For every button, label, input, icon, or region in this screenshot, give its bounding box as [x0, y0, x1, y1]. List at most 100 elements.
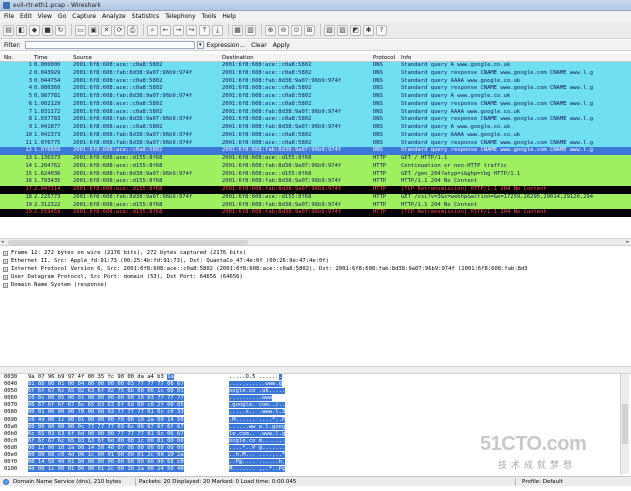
ascii-bytes[interactable]: ....*..P @....... — [228, 444, 286, 452]
detail-tree-item[interactable]: + Internet Protocol Version 6, Src: 2001:… — [0, 265, 631, 273]
pane-splitter[interactable] — [0, 367, 631, 374]
packet-row[interactable]: 11 1.076775 2001:6f8:608:fab:8d38:9a07:96b… — [0, 139, 631, 148]
column-destination[interactable]: Destination — [222, 54, 254, 62]
scroll-left-icon[interactable]: ◂ — [1, 239, 4, 245]
packet-row[interactable]: 12 1.076669 2001:6f8:608:ace::c0a8:5802 200… — [0, 147, 631, 155]
ascii-bytes[interactable]: le.com.. .www.l.g — [228, 430, 286, 438]
packet-row[interactable]: 2 0.043929 2001:6f8:608:fab:8d38:9a07:96b9… — [0, 69, 631, 78]
menu-analyze[interactable]: Analyze — [102, 13, 126, 20]
restart-capture-icon[interactable]: ↻ — [55, 24, 66, 36]
status-profile[interactable]: Profile: Default — [522, 478, 563, 486]
scroll-right-icon[interactable]: ▸ — [626, 239, 629, 245]
menu-file[interactable]: File — [4, 13, 14, 20]
capture-options-icon[interactable]: ◧ — [16, 24, 27, 36]
ascii-bytes[interactable]: ..h.M... ....,..* — [228, 452, 286, 459]
packet-list[interactable]: 1 0.000000 2001:6f8:608:ace::c0a8:5802 2001… — [0, 62, 631, 218]
zoom-out-icon[interactable]: ⊖ — [278, 24, 289, 36]
hex-bytes[interactable]: 6f 6f 67 6c 65 02 63 6f 02 75 6b 00 00 1… — [27, 388, 185, 395]
detail-tree-item[interactable]: + Frame 12: 272 bytes on wire (2176 bits)… — [0, 249, 631, 257]
print-icon[interactable]: ⎙ — [127, 24, 138, 36]
hex-bytes[interactable]: 00 12 00 10 2a 00 14 50 40 07 08 00 00 0… — [27, 444, 185, 452]
packet-row[interactable]: 9 1.041877 2001:6f8:608:ace::c0a8:5802 2001… — [0, 124, 631, 132]
expand-icon[interactable]: + — [3, 266, 8, 272]
column-info[interactable]: Info — [401, 54, 411, 62]
scrollbar-thumb[interactable] — [622, 404, 628, 444]
auto-scroll-icon[interactable]: ▥ — [245, 24, 256, 36]
expression-button[interactable]: Expression... — [207, 42, 245, 49]
hex-bytes[interactable]: 4d 00 1c 00 01 00 00 01 2c 00 10 2a 00 1… — [27, 466, 185, 473]
packet-row[interactable]: 7 1.031172 2001:6f8:608:ace::c0a8:5802 2001… — [0, 108, 631, 117]
ascii-bytes[interactable]: ......ww w.l.goog — [228, 423, 286, 431]
hex-bytes[interactable]: 81 80 00 01 00 04 00 00 00 00 03 77 77 7… — [27, 381, 185, 388]
find-packet-icon[interactable]: ⌕ — [147, 24, 158, 36]
zoom-in-icon[interactable]: ⊕ — [265, 24, 276, 36]
go-last-icon[interactable]: ⤓ — [212, 24, 223, 36]
menu-tools[interactable]: Tools — [202, 13, 217, 20]
ascii-bytes[interactable]: .....O.5 ....... — [228, 374, 283, 381]
expand-icon[interactable]: + — [3, 282, 8, 288]
hex-bytes[interactable]: 00 00 68 c0 4d 00 1c 00 01 00 00 01 2c 0… — [27, 452, 185, 459]
expand-icon[interactable]: + — [3, 258, 8, 264]
menu-edit[interactable]: Edit — [20, 13, 32, 20]
packet-row[interactable]: 1 0.000000 2001:6f8:608:ace::c0a8:5802 2001… — [0, 62, 631, 70]
packet-row[interactable]: 6 1.002129 2001:6f8:608:ace::c0a8:5802 2001… — [0, 100, 631, 109]
help-icon[interactable]: ? — [376, 24, 387, 36]
display-filters-icon[interactable]: ▨ — [337, 24, 348, 36]
column-protocol[interactable]: Protocol — [373, 54, 395, 62]
hex-bytes[interactable]: 06 67 6f 6f 67 6c 65 03 63 6f 6d 00 c0 2… — [27, 402, 185, 409]
hex-bytes[interactable]: c0 0c 00 05 00 01 00 00 00 00 00 10 03 7… — [27, 395, 185, 402]
menu-capture[interactable]: Capture — [72, 13, 96, 20]
go-forward-icon[interactable]: → — [173, 24, 184, 36]
menu-telephony[interactable]: Telephony — [165, 13, 195, 20]
detail-tree-item[interactable]: + Ethernet II, Src: Apple_fd:91:73 (00:25… — [0, 257, 631, 265]
filter-dropdown-icon[interactable]: ▾ — [196, 41, 204, 49]
hex-bytes[interactable]: 9a 07 96 b9 97 4f 00 35 fc 90 00 da a4 b… — [27, 374, 175, 381]
list-interfaces-icon[interactable]: ▤ — [3, 24, 14, 36]
packet-row[interactable]: 8 1.037783 2001:6f8:608:fab:8d38:9a07:96b9… — [0, 116, 631, 124]
capture-filters-icon[interactable]: ▧ — [324, 24, 335, 36]
ascii-bytes[interactable]: ..........www — [228, 395, 273, 402]
ascii-bytes[interactable]: .google. com../.. — [228, 402, 286, 409]
ascii-bytes[interactable]: .....x.. .www.l.3 — [228, 409, 286, 416]
ascii-bytes[interactable]: oogle.co .uk..... — [228, 388, 286, 395]
go-back-icon[interactable]: ← — [160, 24, 171, 36]
menu-statistics[interactable]: Statistics — [132, 13, 159, 20]
reload-icon[interactable]: ⟳ — [114, 24, 125, 36]
hex-bytes[interactable]: 00 01 00 00 00 78 00 08 03 77 77 77 01 6… — [27, 409, 185, 416]
expert-info-icon[interactable] — [3, 479, 9, 485]
clear-button[interactable]: Clear — [251, 42, 267, 49]
packet-row[interactable]: 4 0.080360 2001:6f8:608:ace::c0a8:5802 2001… — [0, 85, 631, 93]
apply-button[interactable]: Apply — [273, 42, 290, 49]
menu-help[interactable]: Help — [222, 13, 236, 20]
packet-row[interactable]: 20 2.559459 2001:6f8:608:ace::d155:8f68 200… — [0, 209, 631, 217]
hex-bytes[interactable]: 00 14 50 40 01 08 00 00 00 00 00 00 00 0… — [27, 459, 185, 466]
close-file-icon[interactable]: ✕ — [101, 24, 112, 36]
scrollbar-thumb[interactable] — [8, 240, 248, 245]
packet-row[interactable]: 18 2.225773 2001:6f8:608:fab:8d38:9a07:96b… — [0, 193, 631, 202]
hex-bytes[interactable]: c0 4d 00 1c 00 01 00 00 00 f0 00 10 2a 0… — [27, 416, 185, 424]
packet-row[interactable]: 3 0.044754 2001:6f8:608:ace::c0a8:5802 2001… — [0, 77, 631, 86]
open-file-icon[interactable]: ▭ — [75, 24, 86, 36]
packet-row[interactable]: 19 2.312322 2001:6f8:608:ace::d155:8f68 200… — [0, 201, 631, 210]
colorize-icon[interactable]: ▦ — [232, 24, 243, 36]
detail-tree-item[interactable]: + User Datagram Protocol, Src Port: domai… — [0, 273, 631, 281]
filter-input[interactable] — [24, 41, 195, 49]
hex-bytes[interactable]: 6f 6f 67 6c 65 03 63 6f 6d 00 00 1c 00 0… — [27, 437, 185, 445]
packet-row[interactable]: 13 1.136373 2001:6f8:608:ace::d155:8f68 200… — [0, 155, 631, 163]
packet-row[interactable]: 14 1.204762 2001:6f8:608:ace::d155:8f68 200… — [0, 162, 631, 171]
ascii-bytes[interactable]: oogle.co m....... — [228, 437, 286, 445]
go-first-icon[interactable]: ⤒ — [199, 24, 210, 36]
zoom-normal-icon[interactable]: ⊙ — [291, 24, 302, 36]
packet-row[interactable]: 17 2.047314 2001:6f8:608:ace::d155:8f68 200… — [0, 186, 631, 194]
ascii-bytes[interactable]: M....... ,..*..P@ — [228, 466, 286, 473]
packet-row[interactable]: 15 1.624036 2001:6f8:608:fab:8d38:9a07:96b… — [0, 170, 631, 179]
column-no[interactable]: No. — [4, 54, 13, 62]
stop-capture-icon[interactable]: ■ — [42, 24, 53, 36]
go-to-packet-icon[interactable]: ↪ — [186, 24, 197, 36]
detail-tree-item[interactable]: + Domain Name System (response) — [0, 281, 631, 289]
packet-row[interactable]: 16 1.793435 2001:6f8:608:ace::d155:8f68 200… — [0, 178, 631, 186]
ascii-bytes[interactable]: ...........www.g — [228, 381, 283, 388]
resize-columns-icon[interactable]: ⊞ — [304, 24, 315, 36]
coloring-rules-icon[interactable]: ◩ — [350, 24, 361, 36]
expand-icon[interactable]: + — [3, 274, 8, 280]
